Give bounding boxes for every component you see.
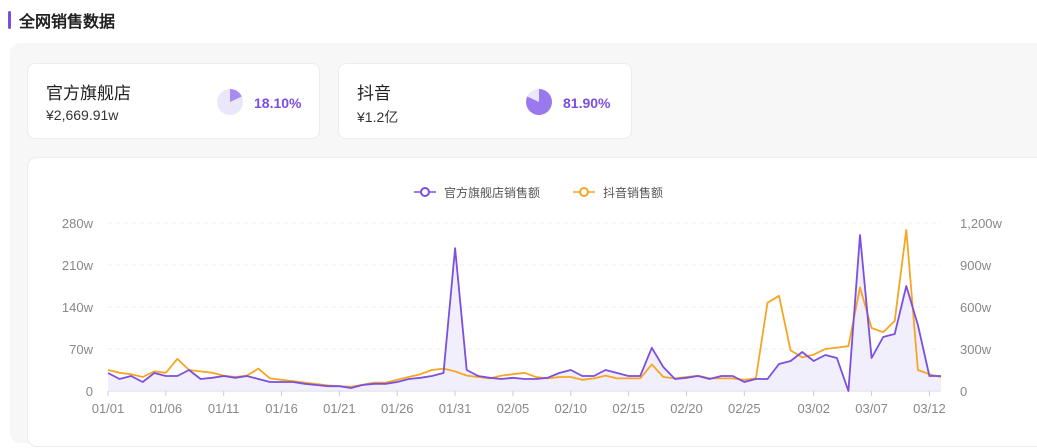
section-header: 全网销售数据 [8, 8, 115, 32]
legend-marker [420, 187, 430, 197]
x-tick-label: 02/10 [555, 401, 588, 416]
legend-marker [579, 187, 589, 197]
x-tick-label: 03/07 [855, 401, 888, 416]
x-tick-label: 01/26 [381, 401, 414, 416]
x-tick-label: 01/21 [323, 401, 356, 416]
card-value: ¥2,669.91w [46, 107, 119, 123]
share-pie-icon [525, 89, 552, 115]
y-right-tick-label: 0 [960, 384, 967, 399]
y-left-tick-label: 0 [86, 384, 93, 399]
y-left-tick-label: 70w [69, 342, 93, 357]
x-tick-label: 01/11 [208, 401, 240, 416]
x-tick-label: 03/12 [913, 401, 946, 416]
section-accent-bar [8, 11, 11, 29]
card-name: 抖音 [357, 84, 391, 103]
card-value: ¥1.2亿 [357, 109, 399, 125]
x-tick-label: 01/06 [150, 401, 183, 416]
y-right-tick-label: 300w [960, 342, 992, 357]
legend-label: 官方旗舰店销售额 [444, 185, 540, 200]
x-tick-label: 02/15 [612, 401, 645, 416]
card-percent: 81.90% [563, 95, 611, 111]
x-tick-label: 01/31 [439, 401, 472, 416]
section-title: 全网销售数据 [19, 14, 116, 31]
legend-label: 抖音销售额 [603, 185, 663, 200]
y-left-tick-label: 210w [62, 258, 94, 273]
y-right-tick-label: 600w [960, 300, 992, 315]
x-tick-label: 01/16 [265, 401, 298, 416]
card-douyin[interactable]: 抖音 ¥1.2亿 81.90% [338, 63, 632, 139]
official-store-area [108, 235, 941, 391]
y-right-tick-label: 1,200w [960, 216, 1003, 231]
y-right-tick-label: 900w [960, 258, 992, 273]
chart-card: 0 70w 140w 210w 280w 0 300w 600w 900w 1,200w 01/01… [27, 157, 1037, 447]
share-pie-icon [217, 89, 243, 115]
sales-line-chart: 0 70w 140w 210w 280w 0 300w 600w 900w 1,200w 01/01… [62, 185, 1003, 416]
y-left-tick-label: 280w [62, 216, 94, 231]
x-tick-label: 02/05 [497, 401, 530, 416]
card-official-store[interactable]: 官方旗舰店 ¥2,669.91w 18.10% [27, 63, 320, 139]
x-tick-label: 01/01 [92, 401, 125, 416]
x-tick-label: 02/25 [728, 401, 761, 416]
card-name: 官方旗舰店 [46, 84, 131, 103]
y-left-tick-label: 140w [62, 300, 94, 315]
x-tick-label: 02/20 [670, 401, 703, 416]
card-percent: 18.10% [254, 95, 302, 111]
x-tick-label: 03/02 [797, 401, 830, 416]
